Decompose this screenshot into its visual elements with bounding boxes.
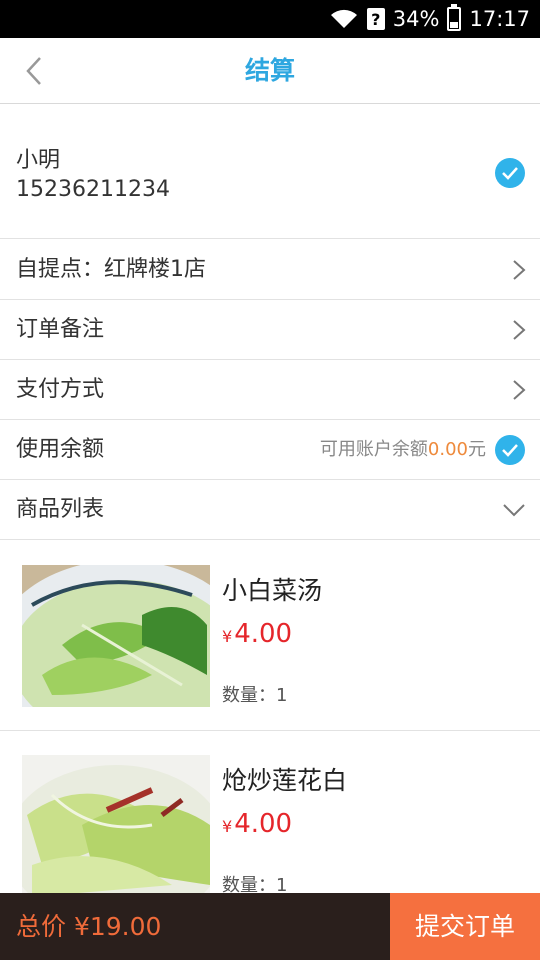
contact-section[interactable]: 小明 15236211234 xyxy=(0,105,540,239)
product-list-label: 商品列表 xyxy=(16,497,105,522)
total-price: 总价 ¥19.00 xyxy=(16,912,162,941)
sim-icon: ? xyxy=(366,8,385,30)
checkout-bar: 总价 ¥19.00 提交订单 xyxy=(0,893,540,960)
payment-method-row[interactable]: 支付方式 xyxy=(0,360,540,420)
payment-method-label: 支付方式 xyxy=(16,377,105,402)
order-remark-row[interactable]: 订单备注 xyxy=(0,300,540,360)
contact-phone: 15236211234 xyxy=(16,177,170,202)
product-image xyxy=(22,565,210,707)
balance-unit: 元 xyxy=(468,439,486,460)
battery-percent: 34% xyxy=(392,7,440,31)
product-name: 小白菜汤 xyxy=(222,576,323,605)
chevron-down-icon xyxy=(503,504,525,517)
page-title: 结算 xyxy=(244,56,295,85)
product-item[interactable]: 小白菜汤 ¥4.00 数量：1 xyxy=(0,541,540,731)
status-icons: ? 34% 17:17 xyxy=(329,0,530,38)
price-value: 4.00 xyxy=(234,809,293,839)
currency-symbol: ¥ xyxy=(222,627,233,646)
contact-name: 小明 xyxy=(16,148,61,173)
chevron-right-icon xyxy=(513,320,526,340)
product-price: ¥4.00 xyxy=(222,619,292,649)
status-bar: ? 34% 17:17 xyxy=(0,0,540,38)
product-price: ¥4.00 xyxy=(222,809,292,839)
check-circle-icon[interactable] xyxy=(495,435,525,465)
pickup-point-row[interactable]: 自提点：红牌楼1店 xyxy=(0,240,540,300)
pickup-point-label: 自提点：红牌楼1店 xyxy=(16,257,206,282)
product-quantity: 数量：1 xyxy=(222,685,288,706)
chevron-right-icon xyxy=(513,260,526,280)
wifi-icon xyxy=(330,9,357,28)
balance-hint: 可用账户余额 xyxy=(319,439,428,460)
product-name: 炝炒莲花白 xyxy=(222,766,348,795)
check-circle-icon[interactable] xyxy=(495,158,525,188)
order-remark-label: 订单备注 xyxy=(16,317,105,342)
clock: 17:17 xyxy=(469,7,530,31)
use-balance-row[interactable]: 使用余额 可用账户余额0.00元 xyxy=(0,420,540,480)
use-balance-label: 使用余额 xyxy=(16,437,105,462)
currency-symbol: ¥ xyxy=(222,817,233,836)
balance-info: 可用账户余额0.00元 xyxy=(320,420,486,480)
battery-icon xyxy=(447,4,462,31)
submit-order-button[interactable]: 提交订单 xyxy=(390,893,540,960)
balance-amount: 0.00 xyxy=(427,439,468,460)
chevron-right-icon xyxy=(513,380,526,400)
product-list-header[interactable]: 商品列表 xyxy=(0,480,540,540)
price-value: 4.00 xyxy=(234,619,293,649)
product-image xyxy=(22,755,210,897)
app-header: 结算 xyxy=(0,38,540,104)
